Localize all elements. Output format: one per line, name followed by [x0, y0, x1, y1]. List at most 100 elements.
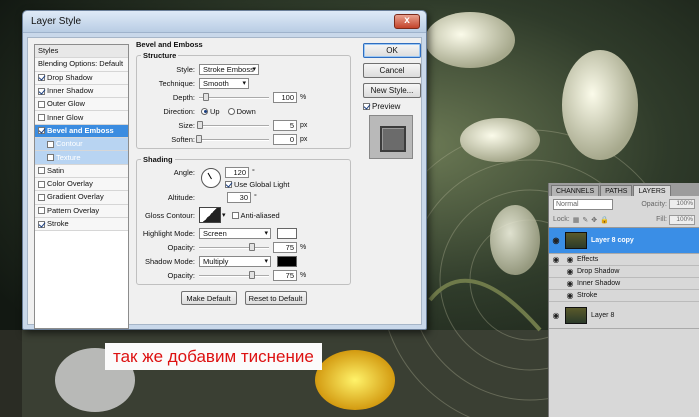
styles-item-blending-options-default[interactable]: Blending Options: Default — [35, 58, 128, 72]
styles-item-satin[interactable]: Satin — [35, 164, 128, 178]
effect-row-inner-shadow[interactable]: ◉ Inner Shadow — [549, 278, 699, 290]
depth-input[interactable]: 100 — [273, 91, 297, 103]
highlight-opacity-slider[interactable] — [199, 242, 269, 252]
styles-item-checkbox[interactable] — [38, 193, 45, 201]
direction-up-radio[interactable] — [201, 107, 208, 115]
tab-channels[interactable]: CHANNELS — [551, 185, 600, 196]
angle-dial[interactable] — [201, 168, 221, 188]
highlight-mode-select[interactable]: Screen — [199, 227, 271, 239]
visibility-eye-icon[interactable]: ◉ — [549, 311, 563, 320]
styles-item-checkbox[interactable] — [38, 87, 45, 95]
soften-slider[interactable] — [196, 134, 269, 144]
effects-eye-icon[interactable]: ◉ — [549, 255, 563, 264]
highlight-opacity-knob[interactable] — [248, 243, 255, 251]
size-slider[interactable] — [197, 120, 269, 130]
styles-item-inner-glow[interactable]: Inner Glow — [35, 111, 128, 125]
shadow-mode-select[interactable]: Multiply — [199, 255, 271, 267]
dialog-titlebar[interactable]: Layer Style x — [23, 11, 426, 33]
effect-name: Inner Shadow — [577, 280, 621, 287]
shadow-opacity-slider[interactable] — [199, 270, 269, 280]
layer-name: Layer 8 — [591, 312, 615, 319]
shading-group: Shading Angle: 120 ° Use Global Light Al… — [136, 155, 351, 285]
effects-row[interactable]: ◉ ◉ Effects — [549, 254, 699, 266]
tab-paths[interactable]: PATHS — [600, 185, 633, 196]
depth-slider[interactable] — [199, 92, 269, 102]
depth-slider-knob[interactable] — [203, 93, 209, 101]
styles-item-drop-shadow[interactable]: Drop Shadow — [35, 71, 128, 85]
styles-item-label: Inner Shadow — [47, 86, 94, 96]
new-style-button[interactable]: New Style... — [363, 83, 421, 98]
shadow-opacity-knob[interactable] — [248, 271, 255, 279]
preview-checkbox[interactable] — [363, 103, 370, 110]
layer-row-layer-8[interactable]: ◉ Layer 8 — [549, 303, 699, 329]
blend-mode-select[interactable]: Normal — [553, 198, 613, 210]
shadow-opacity-input[interactable]: 75 — [273, 269, 297, 281]
lock-move-icon[interactable]: ✥ — [591, 216, 597, 224]
lock-paint-icon[interactable]: ✎ — [582, 216, 588, 224]
lock-transparency-icon[interactable]: ▦ — [573, 216, 580, 224]
fill-input[interactable]: 100% — [669, 214, 695, 225]
size-label: Size: — [178, 120, 195, 130]
lock-all-icon[interactable]: 🔒 — [600, 216, 609, 224]
layer-thumbnail — [565, 307, 587, 324]
gloss-contour-picker[interactable] — [199, 207, 221, 223]
depth-unit: % — [300, 93, 307, 101]
highlight-color-swatch[interactable] — [277, 227, 297, 239]
styles-item-checkbox[interactable] — [38, 127, 45, 135]
effect-eye-icon[interactable]: ◉ — [563, 279, 577, 288]
styles-item-checkbox[interactable] — [38, 167, 45, 175]
cancel-button[interactable]: Cancel — [363, 63, 421, 78]
size-input[interactable]: 5 — [273, 119, 297, 131]
styles-item-checkbox[interactable] — [38, 114, 45, 122]
styles-item-texture[interactable]: Texture — [35, 151, 128, 165]
styles-item-label: Texture — [56, 152, 81, 162]
angle-input[interactable]: 120 — [225, 167, 249, 178]
styles-item-contour[interactable]: Contour — [35, 138, 128, 152]
visibility-eye-icon[interactable]: ◉ — [549, 236, 563, 245]
style-select[interactable]: Stroke Emboss — [199, 63, 259, 75]
styles-item-checkbox[interactable] — [38, 74, 45, 82]
direction-down-label: Down — [236, 106, 256, 116]
styles-item-outer-glow[interactable]: Outer Glow — [35, 98, 128, 112]
size-slider-knob[interactable] — [197, 121, 204, 129]
styles-item-stroke[interactable]: Stroke — [35, 217, 128, 232]
anti-aliased-checkbox[interactable] — [231, 211, 239, 219]
styles-item-checkbox[interactable] — [38, 207, 45, 215]
effect-row-stroke[interactable]: ◉ Stroke — [549, 290, 699, 302]
soften-input[interactable]: 0 — [273, 133, 297, 145]
layer-row-layer-8-copy[interactable]: ◉ Layer 8 copy — [549, 228, 699, 254]
technique-select[interactable]: Smooth — [199, 77, 249, 89]
soften-slider-knob[interactable] — [196, 135, 202, 143]
styles-item-color-overlay[interactable]: Color Overlay — [35, 177, 128, 192]
styles-header[interactable]: Styles — [35, 45, 128, 59]
styles-item-pattern-overlay[interactable]: Pattern Overlay — [35, 204, 128, 218]
styles-item-checkbox[interactable] — [38, 100, 45, 108]
direction-down-radio[interactable] — [227, 107, 235, 115]
effect-name: Stroke — [577, 292, 598, 299]
gloss-contour-chevron-down-icon[interactable]: ▾ — [222, 211, 226, 219]
highlight-opacity-input[interactable]: 75 — [273, 241, 297, 253]
opacity-input[interactable]: 100% — [669, 199, 695, 209]
styles-item-label: Gradient Overlay — [47, 192, 104, 202]
altitude-input[interactable]: 30 — [227, 191, 251, 203]
use-global-light-checkbox[interactable] — [225, 181, 232, 188]
ok-button[interactable]: OK — [363, 43, 421, 58]
close-button[interactable]: x — [394, 14, 420, 29]
styles-item-checkbox[interactable] — [47, 154, 54, 162]
tab-layers[interactable]: LAYERS — [633, 185, 671, 196]
styles-item-inner-shadow[interactable]: Inner Shadow — [35, 84, 128, 99]
section-title: Bevel and Emboss — [136, 40, 203, 49]
effect-row-drop-shadow[interactable]: ◉ Drop Shadow — [549, 266, 699, 278]
effects-visibility-icon[interactable]: ◉ — [563, 255, 577, 264]
styles-item-gradient-overlay[interactable]: Gradient Overlay — [35, 191, 128, 205]
effect-eye-icon[interactable]: ◉ — [563, 291, 577, 300]
styles-item-checkbox[interactable] — [38, 220, 45, 228]
styles-item-checkbox[interactable] — [38, 180, 45, 188]
styles-item-checkbox[interactable] — [47, 140, 54, 148]
shadow-color-swatch[interactable] — [277, 255, 297, 267]
effects-label: Effects — [577, 256, 599, 263]
styles-item-bevel-and-emboss[interactable]: Bevel and Emboss — [35, 124, 128, 139]
reset-to-default-button[interactable]: Reset to Default — [244, 291, 307, 305]
effect-eye-icon[interactable]: ◉ — [563, 267, 577, 276]
make-default-button[interactable]: Make Default — [180, 291, 237, 305]
